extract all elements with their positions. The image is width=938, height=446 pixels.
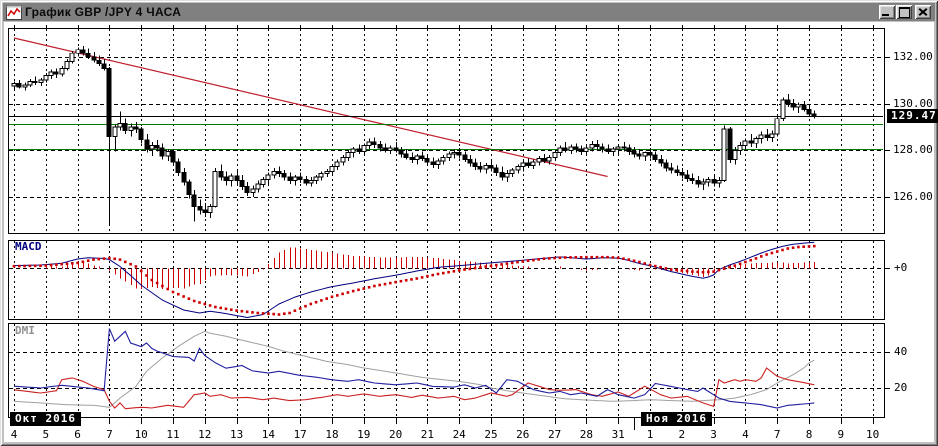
window-controls [879, 5, 931, 19]
month-label-nov: Ноя 2016 [641, 412, 712, 426]
line-chart-app-icon [6, 4, 22, 20]
x-axis-date-label: 4 [10, 428, 18, 441]
x-axis-date-label: 27 [547, 428, 562, 441]
dmi-axis-label-20: 20 [894, 381, 908, 394]
maximize-icon [899, 7, 910, 18]
maximize-button[interactable] [896, 5, 912, 19]
price-axis-label: 130.00 [893, 96, 933, 110]
price-axis-label: 128.00 [893, 143, 933, 157]
x-axis-date-label: 14 [261, 428, 276, 441]
x-axis-date-label: 7 [106, 428, 113, 441]
price-axis-label: 126.00 [893, 190, 933, 204]
x-axis-date-label: 2 [678, 428, 686, 441]
x-axis-date-label: 24 [452, 428, 466, 441]
x-axis-date-label: 3 [710, 428, 717, 441]
x-axis-date-label: 5 [42, 428, 50, 441]
close-icon [917, 7, 928, 16]
x-axis-date-label: 13 [229, 428, 244, 441]
window-title: График GBP /JPY 4 ЧАСА [25, 5, 182, 19]
x-axis-date-label: 12 [198, 428, 212, 441]
x-axis-date-label: 10 [134, 428, 148, 441]
x-axis-date-label: 7 [773, 428, 781, 441]
price-axis-label: 132.00 [893, 49, 933, 63]
x-axis-date-label: 8 [805, 428, 813, 441]
x-axis-date-label: 31 [611, 428, 625, 441]
x-axis-date-label: 26 [516, 428, 530, 441]
macd-panel-label: MACD [15, 240, 42, 253]
x-axis-date-label: 17 [293, 428, 307, 441]
x-axis-date-label: 11 [166, 428, 180, 441]
title-bar[interactable]: График GBP /JPY 4 ЧАСА [3, 3, 935, 21]
x-axis-date-label: 6 [74, 428, 81, 441]
x-axis-date-label: 10 [865, 428, 880, 441]
month-label-oct: Окт 2016 [10, 412, 81, 426]
x-axis-date-label: 28 [579, 428, 594, 441]
x-axis-date-label: 18 [325, 428, 339, 441]
dmi-panel-label: DMI [15, 324, 35, 337]
minimize-icon [882, 14, 889, 16]
macd-zero-axis-label: +0 [894, 261, 908, 274]
x-axis-date-label: 1 [646, 428, 654, 441]
price-chart-canvas[interactable] [4, 22, 934, 442]
x-axis-date-label: 25 [484, 428, 498, 441]
app-window: График GBP /JPY 4 ЧАСА MACD DMI +0 40 20… [0, 0, 938, 446]
x-axis-date-label: 21 [420, 428, 435, 441]
chart-client-area: MACD DMI +0 40 20 129.47 Окт 2016 Ноя 20… [4, 22, 938, 442]
x-axis-date-label: 19 [357, 428, 371, 441]
last-price-badge: 129.47 [887, 109, 938, 123]
minimize-button[interactable] [879, 5, 895, 19]
x-axis-date-label: 20 [388, 428, 403, 441]
dmi-axis-label-40: 40 [894, 345, 908, 358]
x-axis-date-label: 4 [742, 428, 749, 441]
close-button[interactable] [915, 5, 931, 19]
x-axis-date-label: 9 [837, 428, 845, 441]
